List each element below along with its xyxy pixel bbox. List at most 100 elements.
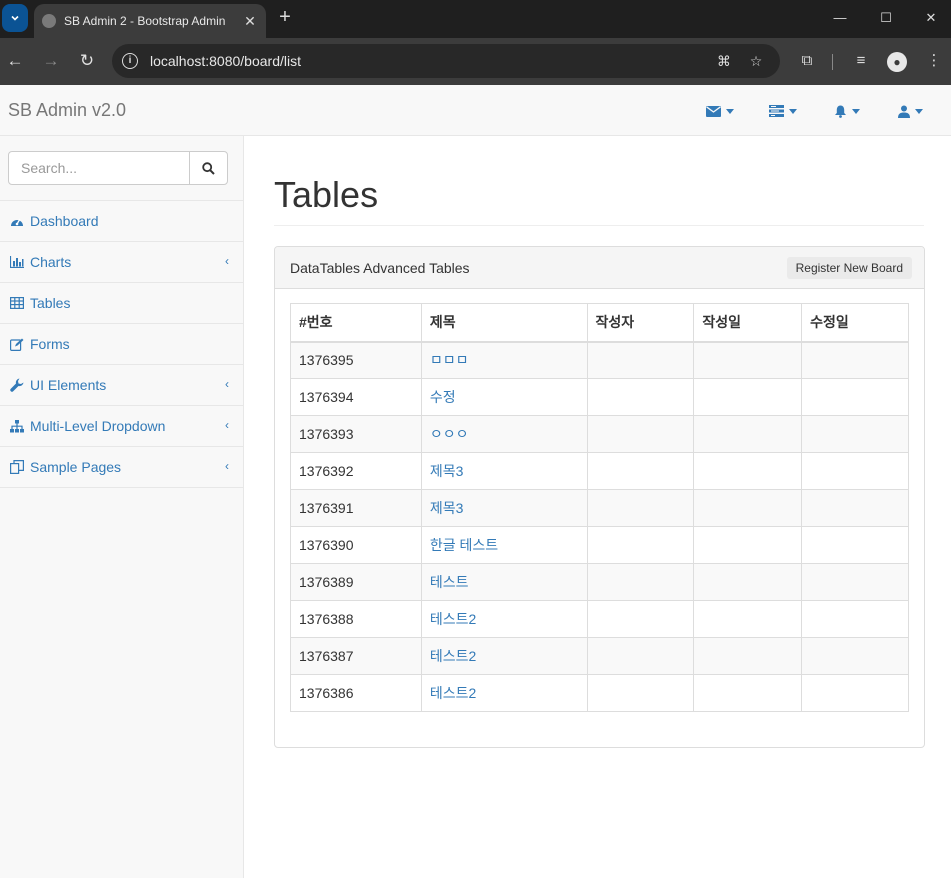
tasks-dropdown[interactable] xyxy=(769,102,797,120)
column-header-updatedate[interactable]: 수정일 xyxy=(801,303,909,343)
new-tab-button[interactable]: + xyxy=(274,6,296,30)
board-title-link[interactable]: 한글 테스트 xyxy=(430,537,498,553)
close-window-button[interactable]: ✕ xyxy=(911,6,951,30)
dashboard-icon xyxy=(10,214,24,228)
panel-heading: DataTables Advanced Tables Register New … xyxy=(275,247,924,289)
cell-regdate xyxy=(693,637,803,675)
forward-button[interactable]: → xyxy=(38,48,64,74)
board-title-link[interactable]: 제목3 xyxy=(430,500,464,516)
cell-regdate xyxy=(693,452,803,490)
tab-title: SB Admin 2 - Bootstrap Admin xyxy=(64,14,226,28)
table-row: 1376393 ㅇㅇㅇ xyxy=(290,415,909,453)
sidebar-item-charts[interactable]: Charts ‹ xyxy=(0,242,243,283)
board-table: #번호 제목 작성자 작성일 수정일 1376395 ㅁㅁㅁ 1376394 수정 13… xyxy=(290,303,909,712)
cell-updatedate xyxy=(801,341,909,379)
sidebar-item-ui-elements[interactable]: UI Elements ‹ xyxy=(0,365,243,406)
reload-button[interactable]: ↻ xyxy=(74,48,100,74)
browser-menu-icon[interactable]: ⋮ xyxy=(922,50,946,74)
bell-icon xyxy=(835,105,846,118)
files-icon xyxy=(10,460,24,474)
profile-avatar-icon[interactable]: ● xyxy=(887,52,907,72)
back-button[interactable]: ← xyxy=(2,48,28,74)
register-new-board-button[interactable]: Register New Board xyxy=(786,257,912,279)
column-header-regdate[interactable]: 작성일 xyxy=(693,303,803,343)
cell-writer xyxy=(586,489,695,527)
cell-number: 1376389 xyxy=(290,563,422,601)
cell-updatedate xyxy=(801,489,909,527)
page-header: Tables xyxy=(274,174,924,226)
cell-title: 테스트2 xyxy=(420,637,588,675)
sidebar-item-forms[interactable]: Forms xyxy=(0,324,243,365)
search-input[interactable] xyxy=(8,151,190,185)
sidebar-item-label: Multi-Level Dropdown xyxy=(30,418,166,434)
envelope-icon xyxy=(706,105,721,117)
minimize-button[interactable]: — xyxy=(820,6,860,30)
sidebar-item-label: Charts xyxy=(30,254,72,270)
sidebar-item-multi-level-dropdown[interactable]: Multi-Level Dropdown ‹ xyxy=(0,406,243,447)
tasks-icon xyxy=(769,105,784,117)
cell-writer xyxy=(586,526,695,564)
address-bar[interactable]: i localhost:8080/board/list ⌘ ☆ xyxy=(112,44,780,78)
search-icon xyxy=(202,161,215,175)
alerts-dropdown[interactable] xyxy=(834,102,860,120)
sidebar-item-dashboard[interactable]: Dashboard xyxy=(0,201,243,242)
browser-tab[interactable]: SB Admin 2 - Bootstrap Admin ✕ xyxy=(34,4,266,38)
table-row: 1376395 ㅁㅁㅁ xyxy=(290,341,909,379)
table-row: 1376390 한글 테스트 xyxy=(290,526,909,564)
app-navbar: SB Admin v2.0 xyxy=(0,85,951,136)
cell-regdate xyxy=(693,378,803,416)
cell-writer xyxy=(586,637,695,675)
search-button[interactable] xyxy=(189,151,228,185)
cell-regdate xyxy=(693,526,803,564)
translate-icon[interactable]: ⌘ xyxy=(714,51,734,71)
board-title-link[interactable]: 테스트 xyxy=(430,574,469,590)
browser-tabstrip: SB Admin 2 - Bootstrap Admin ✕ + — ☐ ✕ xyxy=(0,0,951,38)
toolbar-separator xyxy=(832,54,833,70)
extensions-icon[interactable]: ⧉ xyxy=(795,50,819,74)
user-dropdown[interactable] xyxy=(898,102,923,120)
panel-title: DataTables Advanced Tables xyxy=(290,260,470,276)
sidebar-item-tables[interactable]: Tables xyxy=(0,283,243,324)
sidebar-item-label: Dashboard xyxy=(30,213,99,229)
address-url[interactable]: localhost:8080/board/list xyxy=(150,53,301,69)
cell-title: ㅁㅁㅁ xyxy=(420,341,588,379)
cell-title: 테스트2 xyxy=(420,674,588,712)
messages-dropdown[interactable] xyxy=(706,102,734,120)
maximize-button[interactable]: ☐ xyxy=(866,6,906,30)
chevron-left-icon: ‹ xyxy=(225,418,229,432)
wrench-icon xyxy=(10,378,24,392)
chevron-left-icon: ‹ xyxy=(225,254,229,268)
tab-search-button[interactable] xyxy=(2,4,28,32)
cell-regdate xyxy=(693,563,803,601)
board-title-link[interactable]: 테스트2 xyxy=(430,685,476,701)
board-title-link[interactable]: ㅇㅇㅇ xyxy=(430,426,469,442)
cell-updatedate xyxy=(801,674,909,712)
board-title-link[interactable]: 테스트2 xyxy=(430,611,476,627)
cell-number: 1376394 xyxy=(290,378,422,416)
board-title-link[interactable]: ㅁㅁㅁ xyxy=(430,352,469,368)
column-header-writer[interactable]: 작성자 xyxy=(586,303,695,343)
sidebar-nav: Dashboard Charts ‹ Tables Forms UI Eleme… xyxy=(0,200,243,488)
sidebar-item-sample-pages[interactable]: Sample Pages ‹ xyxy=(0,447,243,488)
bookmark-star-icon[interactable]: ☆ xyxy=(746,51,766,71)
navbar-brand[interactable]: SB Admin v2.0 xyxy=(8,100,126,121)
media-control-icon[interactable]: ≡ xyxy=(849,50,873,74)
table-body: 1376395 ㅁㅁㅁ 1376394 수정 1376393 ㅇㅇㅇ 1376392 제목3 1… xyxy=(290,341,909,712)
board-title-link[interactable]: 제목3 xyxy=(430,463,464,479)
cell-title: 테스트 xyxy=(420,563,588,601)
cell-updatedate xyxy=(801,415,909,453)
column-header-title[interactable]: 제목 xyxy=(420,303,588,343)
bar-chart-icon xyxy=(10,255,24,269)
cell-updatedate xyxy=(801,563,909,601)
cell-updatedate xyxy=(801,526,909,564)
cell-title: 제목3 xyxy=(420,489,588,527)
table-row: 1376391 제목3 xyxy=(290,489,909,527)
board-title-link[interactable]: 수정 xyxy=(430,389,456,405)
board-title-link[interactable]: 테스트2 xyxy=(430,648,476,664)
site-info-icon[interactable]: i xyxy=(122,53,138,69)
close-tab-icon[interactable]: ✕ xyxy=(240,13,260,30)
table-row: 1376387 테스트2 xyxy=(290,637,909,675)
column-header-number[interactable]: #번호 xyxy=(290,303,422,343)
caret-down-icon xyxy=(852,108,860,114)
table-row: 1376394 수정 xyxy=(290,378,909,416)
